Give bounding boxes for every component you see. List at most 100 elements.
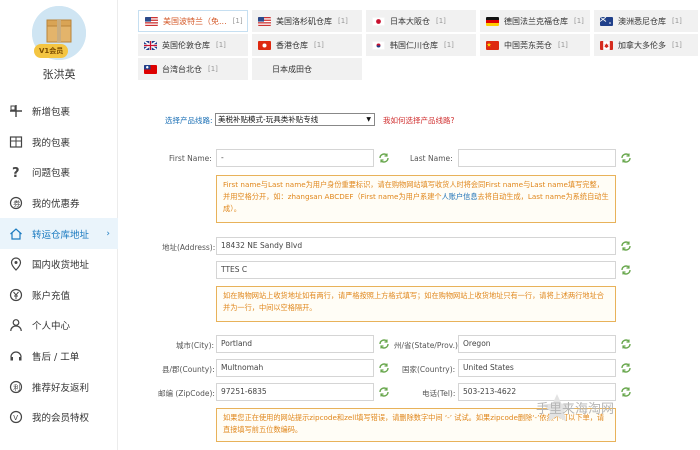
copy-icon[interactable]	[620, 362, 632, 374]
tab-count: [1]	[232, 17, 243, 25]
state-label: 州/省(State/Prov.):	[394, 341, 461, 350]
address-line2-field[interactable]: TTES C	[216, 261, 616, 279]
county-field[interactable]: Multnomah	[216, 359, 374, 377]
support-icon	[8, 348, 24, 364]
tab-count: [1]	[574, 17, 584, 25]
copy-icon[interactable]	[620, 264, 632, 276]
kr-flag-icon	[372, 40, 385, 50]
tab-warehouse-hong-kong[interactable]: 香港仓库 [1]	[252, 34, 362, 56]
country-label: 国家(Country):	[402, 365, 456, 374]
tab-label: 加拿大多伦多	[618, 40, 666, 50]
first-name-label: First Name:	[169, 154, 212, 163]
copy-icon[interactable]	[378, 386, 390, 398]
tab-label: 英国伦敦仓库	[162, 40, 210, 50]
copy-icon[interactable]	[378, 362, 390, 374]
last-name-field[interactable]	[458, 149, 616, 167]
us-flag-icon	[145, 16, 158, 26]
chevron-right-icon: ›	[106, 228, 110, 239]
tab-warehouse-taipei[interactable]: 台湾台北仓 [1]	[138, 58, 248, 80]
tab-label: 台湾台北仓	[162, 64, 202, 74]
svg-text:券: 券	[13, 199, 20, 208]
city-field[interactable]: Portland	[216, 335, 374, 353]
tab-count: [1]	[558, 41, 568, 49]
sidebar-item-add-package[interactable]: 新增包裹	[0, 96, 118, 127]
copy-icon[interactable]	[620, 338, 632, 350]
tab-label: 中国莞东莞仓	[504, 40, 552, 50]
account-info-link[interactable]: 人账户信息	[442, 192, 478, 201]
tab-warehouse-osaka[interactable]: 日本大阪仓 [1]	[366, 10, 476, 32]
jp-flag-icon	[372, 16, 385, 26]
product-line-select[interactable]: 美税补贴模式-玩具类补贴专线 ▼	[215, 113, 375, 126]
svg-text:利: 利	[13, 383, 20, 392]
tw-flag-icon	[144, 64, 157, 74]
tab-warehouse-toronto[interactable]: 加拿大多伦多 [1]	[594, 34, 698, 56]
sidebar-item-domestic-address[interactable]: 国内收货地址	[0, 249, 118, 280]
tab-label: 德国法兰克福仓库	[504, 16, 568, 26]
tab-warehouse-portland[interactable]: 美国波特兰（免... [1]	[138, 10, 248, 32]
product-line-label: 选择产品线路:	[165, 116, 213, 125]
product-line-value: 美税补贴模式-玩具类补贴专线	[218, 115, 319, 124]
svg-text:?: ?	[12, 166, 20, 179]
username: 张洪英	[42, 68, 76, 81]
tab-warehouse-london[interactable]: 英国伦敦仓库 [1]	[138, 34, 248, 56]
state-field[interactable]: Oregon	[458, 335, 616, 353]
sidebar-nav: 新增包裹 我的包裹 ? 问题包裹 券 我的优惠券 转运仓库地址 › 国内收货地址…	[0, 96, 118, 433]
tab-warehouse-narita[interactable]: 日本成田仓	[252, 58, 362, 80]
us-flag-icon	[258, 16, 271, 26]
copy-icon[interactable]	[620, 152, 632, 164]
vip-badge: V1会员	[34, 44, 69, 58]
sidebar-item-member-privileges[interactable]: V 我的会员特权	[0, 402, 118, 433]
au-flag-icon	[600, 16, 613, 26]
sidebar-item-label: 账户充值	[32, 290, 71, 302]
tab-label: 香港仓库	[276, 40, 308, 50]
add-package-icon	[8, 103, 24, 119]
watermark-text: 手里来海淘网	[536, 402, 615, 417]
tab-count: [1]	[444, 41, 454, 49]
sidebar-item-my-packages[interactable]: 我的包裹	[0, 127, 118, 158]
question-mark-icon: ?	[8, 164, 24, 180]
address-label: 地址(Address):	[162, 243, 216, 252]
sidebar-item-after-sales[interactable]: 售后 / 工单	[0, 341, 118, 372]
sidebar-item-recharge[interactable]: 账户充值	[0, 280, 118, 311]
tab-warehouse-incheon[interactable]: 韩国仁川仓库 [1]	[366, 34, 476, 56]
sidebar-item-warehouse-address[interactable]: 转运仓库地址 ›	[0, 218, 118, 249]
country-field[interactable]: United States	[458, 359, 616, 377]
location-pin-icon	[8, 256, 24, 272]
home-icon	[8, 226, 24, 242]
de-flag-icon	[486, 16, 499, 26]
copy-icon[interactable]	[620, 386, 632, 398]
sidebar-item-referral[interactable]: 利 推荐好友返利	[0, 371, 118, 402]
last-name-label: Last Name:	[410, 154, 453, 163]
coupon-icon: 券	[8, 195, 24, 211]
copy-icon[interactable]	[620, 240, 632, 252]
svg-text:V: V	[13, 414, 18, 422]
address-note: 如在购物网站上收货地址如有两行，请严格按照上方格式填写；如在购物网站上收货地址只…	[216, 286, 616, 322]
sidebar-item-coupons[interactable]: 券 我的优惠券	[0, 188, 118, 219]
sidebar-item-label: 国内收货地址	[32, 260, 90, 272]
member-privilege-icon: V	[8, 409, 24, 425]
tab-warehouse-frankfurt[interactable]: 德国法兰克福仓库 [1]	[480, 10, 590, 32]
hk-flag-icon	[258, 40, 271, 50]
tab-count: [1]	[216, 41, 226, 49]
address-line1-field[interactable]: 18432 NE Sandy Blvd	[216, 237, 616, 255]
tel-label: 电话(Tel):	[422, 389, 456, 398]
city-label: 城市(City):	[176, 341, 215, 350]
first-name-field[interactable]: -	[216, 149, 374, 167]
sidebar-item-label: 问题包裹	[32, 168, 71, 180]
zip-label: 邮编 (ZipCode):	[158, 389, 215, 398]
package-box-icon	[8, 134, 24, 150]
tab-warehouse-dongguan[interactable]: 中国莞东莞仓 [1]	[480, 34, 590, 56]
sidebar-item-profile[interactable]: 个人中心	[0, 310, 118, 341]
tab-label: 美国洛杉矶仓库	[276, 16, 332, 26]
sidebar-item-label: 我的包裹	[32, 137, 71, 149]
product-line-help-link[interactable]: 我如何选择产品线路?	[383, 115, 454, 126]
ca-flag-icon	[600, 40, 613, 50]
tab-warehouse-sydney[interactable]: 澳洲悉尼仓库 [1]	[594, 10, 698, 32]
sidebar-item-problem-packages[interactable]: ? 问题包裹	[0, 157, 118, 188]
zip-field[interactable]: 97251-6835	[216, 383, 374, 401]
tab-label: 美国波特兰（免...	[163, 16, 227, 26]
tab-warehouse-los-angeles[interactable]: 美国洛杉矶仓库 [1]	[252, 10, 362, 32]
copy-icon[interactable]	[378, 152, 390, 164]
tab-label: 韩国仁川仓库	[390, 40, 438, 50]
copy-icon[interactable]	[378, 338, 390, 350]
